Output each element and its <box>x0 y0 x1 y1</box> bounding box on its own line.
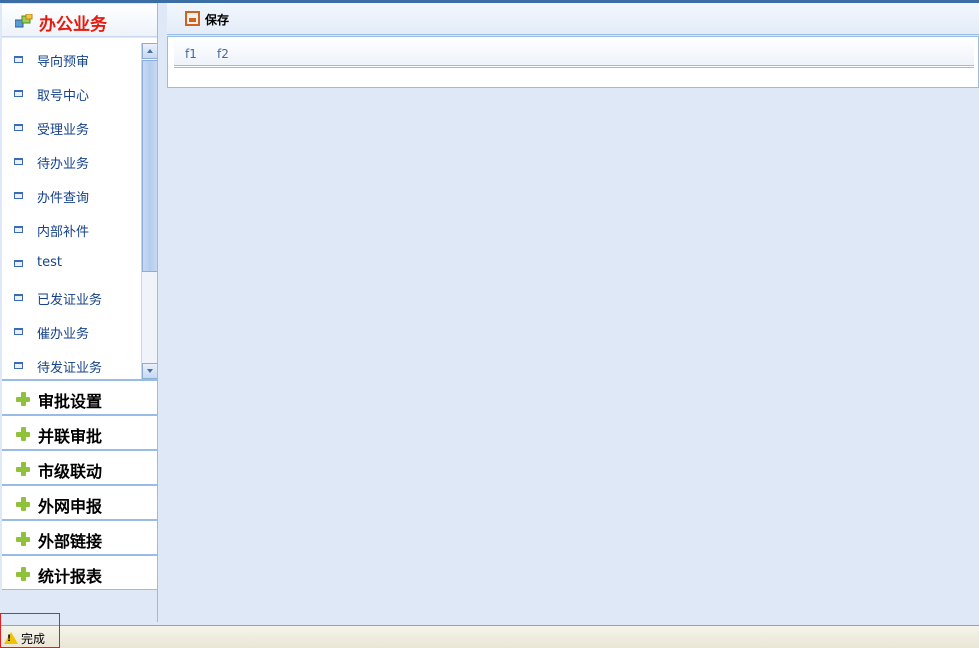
plus-icon <box>16 427 30 441</box>
accordion-header-approval-settings[interactable]: 审批设置 <box>2 380 157 415</box>
list-item-label: 导向预审 <box>37 55 90 70</box>
accordion-title: 市级联动 <box>38 462 103 481</box>
sidebar: 办公业务 导向预审 取号中心 受理业务 待办业务 办件查询 内部补件 test … <box>0 3 158 622</box>
window-icon <box>14 192 23 199</box>
window-icon <box>14 90 23 97</box>
office-business-list: 导向预审 取号中心 受理业务 待办业务 办件查询 内部补件 test 已发证业务… <box>2 38 157 380</box>
list-item-label: 受理业务 <box>37 123 90 138</box>
scroll-down-button[interactable] <box>142 363 157 379</box>
arrow-down-icon <box>147 369 153 373</box>
list-item-label: 办件查询 <box>37 191 90 206</box>
status-cell: ! 完成 <box>0 613 60 648</box>
accordion-header-parallel-approval[interactable]: 并联审批 <box>2 415 157 450</box>
window-icon <box>14 328 23 335</box>
list-item-label: 已发证业务 <box>37 293 103 308</box>
tab-f2[interactable]: f2 <box>217 47 229 61</box>
list-item-case-query[interactable]: 办件查询 <box>2 178 140 212</box>
list-item-pending-business[interactable]: 待办业务 <box>2 144 140 178</box>
plus-icon <box>16 497 30 511</box>
scroll-thumb[interactable] <box>142 60 157 272</box>
list-item-label: 待办业务 <box>37 157 90 172</box>
accordion-header-external-links[interactable]: 外部链接 <box>2 520 157 555</box>
toolbar: 保存 <box>167 3 979 35</box>
window-icon <box>14 158 23 165</box>
tab-f1[interactable]: f1 <box>185 47 197 61</box>
accordion-title: 办公业务 <box>39 15 107 35</box>
plus-icon <box>16 532 30 546</box>
window-icon <box>14 124 23 131</box>
list-item-label: 催办业务 <box>37 327 90 342</box>
accordion-header-city-linkage[interactable]: 市级联动 <box>2 450 157 485</box>
status-bar: ! 完成 <box>0 613 979 648</box>
accordion-header-office-business[interactable]: 办公业务 <box>2 4 157 37</box>
save-icon <box>185 11 200 26</box>
status-text: 完成 <box>21 632 46 646</box>
app-window: 办公业务 导向预审 取号中心 受理业务 待办业务 办件查询 内部补件 test … <box>0 0 979 648</box>
list-item-label: test <box>37 255 62 270</box>
list-item-label: 取号中心 <box>37 89 90 104</box>
list-item-accept-business[interactable]: 受理业务 <box>2 110 140 144</box>
save-button-label: 保存 <box>205 13 230 27</box>
accordion-header-online-declaration[interactable]: 外网申报 <box>2 485 157 520</box>
list-item-to-issue-business[interactable]: 待发证业务 <box>2 348 140 379</box>
accordion-title: 审批设置 <box>38 392 103 411</box>
arrow-up-icon <box>147 49 153 53</box>
accordion-title: 外网申报 <box>38 497 103 516</box>
plus-icon <box>16 392 30 406</box>
list-item-test[interactable]: test <box>2 246 140 280</box>
list-scrollbar[interactable] <box>141 43 157 379</box>
list-item-label: 内部补件 <box>37 225 90 240</box>
warning-mark: ! <box>7 634 12 644</box>
window-icon <box>14 226 23 233</box>
folder-group-icon <box>15 14 33 28</box>
scroll-up-button[interactable] <box>142 43 157 59</box>
list-item-issued-business[interactable]: 已发证业务 <box>2 280 140 314</box>
accordion-title: 外部链接 <box>38 532 103 551</box>
list-item-ticket-center[interactable]: 取号中心 <box>2 76 140 110</box>
tab-bar: f1 f2 <box>174 37 974 68</box>
plus-icon <box>16 462 30 476</box>
accordion-header-statistics-reports[interactable]: 统计报表 <box>2 555 157 590</box>
main-content: 保存 f1 f2 <box>167 3 979 622</box>
form-panel: f1 f2 <box>167 36 979 88</box>
list-item-urge-business[interactable]: 催办业务 <box>2 314 140 348</box>
plus-icon <box>16 567 30 581</box>
list-item-internal-supplement[interactable]: 内部补件 <box>2 212 140 246</box>
accordion-title: 统计报表 <box>38 567 103 586</box>
list-item-label: 待发证业务 <box>37 361 103 376</box>
window-icon <box>14 56 23 63</box>
window-icon <box>14 362 23 369</box>
window-icon <box>14 260 23 267</box>
list-item-guide-review[interactable]: 导向预审 <box>2 42 140 76</box>
window-icon <box>14 294 23 301</box>
accordion-title: 并联审批 <box>38 427 103 446</box>
